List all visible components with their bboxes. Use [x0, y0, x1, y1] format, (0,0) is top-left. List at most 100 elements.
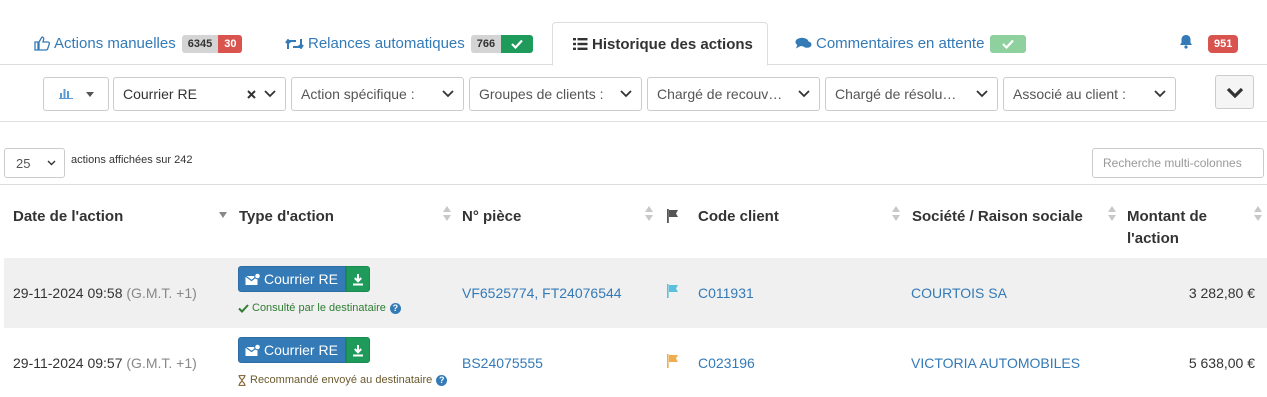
- tab-label: Actions manuelles: [54, 35, 176, 52]
- alert-badge: 30: [218, 34, 243, 53]
- date-value: 29-11-2024 09:58: [13, 285, 123, 301]
- caret-down-icon: [85, 91, 94, 97]
- action-type-button-group: Courrier RE: [238, 337, 370, 363]
- hourglass-icon: [238, 374, 246, 386]
- select-placeholder: Chargé de résolu…: [835, 86, 957, 102]
- page-size-value: 25: [16, 155, 31, 171]
- collapse-filters-button[interactable]: [1215, 75, 1254, 109]
- thumbs-up-icon: [34, 36, 50, 51]
- client-code-link[interactable]: C023196: [698, 354, 755, 372]
- retweet-icon: [285, 37, 304, 51]
- flag-icon[interactable]: [666, 208, 680, 230]
- company-link[interactable]: VICTORIA AUTOMOBILES: [911, 354, 1080, 372]
- divider: [0, 184, 1267, 185]
- records-info: actions affichées sur 242: [71, 154, 193, 166]
- delivery-status: Recommandé envoyé au destinataire ?: [238, 373, 448, 387]
- list-icon: [573, 37, 588, 51]
- chevron-down-icon: [620, 90, 632, 98]
- chevron-down-icon: [1154, 90, 1166, 98]
- select-placeholder: Associé au client :: [1013, 86, 1126, 102]
- multi-column-search-input[interactable]: [1092, 148, 1264, 178]
- tab-bar: Actions manuelles 6345 30 Relances autom…: [0, 0, 1267, 66]
- sort-icon[interactable]: [442, 204, 452, 224]
- groupes-clients-select[interactable]: Groupes de clients :: [469, 77, 642, 111]
- table-row[interactable]: 29-11-2024 09:58 (G.M.T. +1) Courrier RE…: [4, 258, 1267, 328]
- company-link[interactable]: COURTOIS SA: [911, 284, 1007, 302]
- notification-badge[interactable]: 951: [1208, 35, 1239, 53]
- tab-historique-des-actions[interactable]: Historique des actions: [552, 22, 768, 66]
- chevron-down-icon: [976, 90, 988, 98]
- action-date: 29-11-2024 09:58 (G.M.T. +1): [13, 284, 197, 302]
- action-specifique-select[interactable]: Action spécifique :: [291, 77, 464, 111]
- tab-actions-manuelles[interactable]: Actions manuelles 6345 30: [34, 22, 243, 65]
- col-header-type[interactable]: Type d'action: [239, 206, 334, 228]
- col-header-societe[interactable]: Société / Raison sociale: [912, 206, 1083, 228]
- amount: 5 638,00 €: [1188, 355, 1255, 371]
- tab-label: Relances automatiques: [308, 35, 465, 52]
- chevron-down-icon: [442, 90, 454, 98]
- check-icon: [501, 34, 534, 53]
- envelope-icon: [245, 272, 261, 286]
- download-icon: [352, 273, 364, 286]
- chevron-down-icon: [798, 90, 810, 98]
- comments-icon: [795, 37, 812, 50]
- amount: 3 282,80 €: [1188, 285, 1255, 301]
- flag-icon: [666, 354, 680, 372]
- tab-label: Commentaires en attente: [816, 35, 985, 52]
- sort-icon[interactable]: [1253, 204, 1263, 224]
- count-badge: 6345: [181, 34, 219, 53]
- flag-icon: [666, 284, 680, 302]
- help-icon[interactable]: ?: [436, 374, 448, 386]
- tab-commentaires-en-attente[interactable]: Commentaires en attente: [795, 22, 1027, 65]
- status-text: Consulté par le destinataire: [252, 302, 386, 314]
- charge-resolution-select[interactable]: Chargé de résolu…: [825, 77, 998, 111]
- bell-icon[interactable]: [1179, 34, 1193, 52]
- col-header-date[interactable]: Date de l'action: [13, 206, 123, 228]
- col-header-montant[interactable]: Montant de l'action: [1127, 206, 1207, 250]
- charge-recouvrement-select[interactable]: Chargé de recouv…: [647, 77, 820, 111]
- envelope-icon: [245, 343, 261, 357]
- tab-relances-automatiques[interactable]: Relances automatiques 766: [285, 22, 534, 65]
- piece-link[interactable]: VF6525774, FT24076544: [462, 284, 622, 302]
- col-header-montant-line2: l'action: [1127, 230, 1179, 247]
- tab-label: Historique des actions: [592, 35, 753, 53]
- download-icon: [352, 344, 364, 357]
- sort-icon[interactable]: [891, 204, 901, 224]
- courrier-re-button[interactable]: Courrier RE: [238, 337, 346, 363]
- filter-bar: Courrier RE Action spécifique : Groupes …: [0, 65, 1267, 122]
- col-header-code[interactable]: Code client: [698, 206, 779, 228]
- courrier-re-button[interactable]: Courrier RE: [238, 266, 346, 292]
- check-icon: [990, 34, 1027, 53]
- timezone: (G.M.T. +1): [126, 355, 197, 371]
- chevron-down-icon: [47, 160, 56, 166]
- col-header-piece[interactable]: N° pièce: [462, 206, 521, 228]
- page-size-select[interactable]: 25: [4, 148, 65, 178]
- col-header-montant-line1: Montant de: [1127, 208, 1207, 225]
- timezone: (G.M.T. +1): [126, 285, 197, 301]
- clear-icon[interactable]: [247, 89, 256, 99]
- status-text: Recommandé envoyé au destinataire: [250, 374, 433, 386]
- sort-icon[interactable]: [644, 204, 654, 224]
- client-code-link[interactable]: C011931: [698, 284, 754, 302]
- select-placeholder: Groupes de clients :: [479, 86, 604, 102]
- piece-link[interactable]: BS24075555: [462, 354, 543, 372]
- count-badge: 766: [470, 34, 502, 53]
- associe-client-select[interactable]: Associé au client :: [1003, 77, 1176, 111]
- select-placeholder: Chargé de recouv…: [657, 86, 783, 102]
- select-placeholder: Action spécifique :: [301, 86, 415, 102]
- select-value: Courrier RE: [123, 86, 197, 102]
- bar-chart-icon: [58, 86, 74, 102]
- sort-icon[interactable]: [1107, 204, 1117, 224]
- table-row[interactable]: 29-11-2024 09:57 (G.M.T. +1) Courrier RE…: [4, 328, 1267, 397]
- action-label: Courrier RE: [264, 271, 338, 287]
- download-button[interactable]: [345, 266, 370, 292]
- download-button[interactable]: [345, 337, 370, 363]
- help-icon[interactable]: ?: [389, 302, 401, 314]
- check-icon: [238, 303, 249, 313]
- action-label: Courrier RE: [264, 342, 338, 358]
- chevron-down-icon: [264, 90, 276, 98]
- chart-dropdown-button[interactable]: [43, 77, 109, 111]
- action-date: 29-11-2024 09:57 (G.M.T. +1): [13, 354, 197, 372]
- courrier-filter-select[interactable]: Courrier RE: [113, 77, 286, 111]
- sort-desc-icon[interactable]: [218, 204, 228, 224]
